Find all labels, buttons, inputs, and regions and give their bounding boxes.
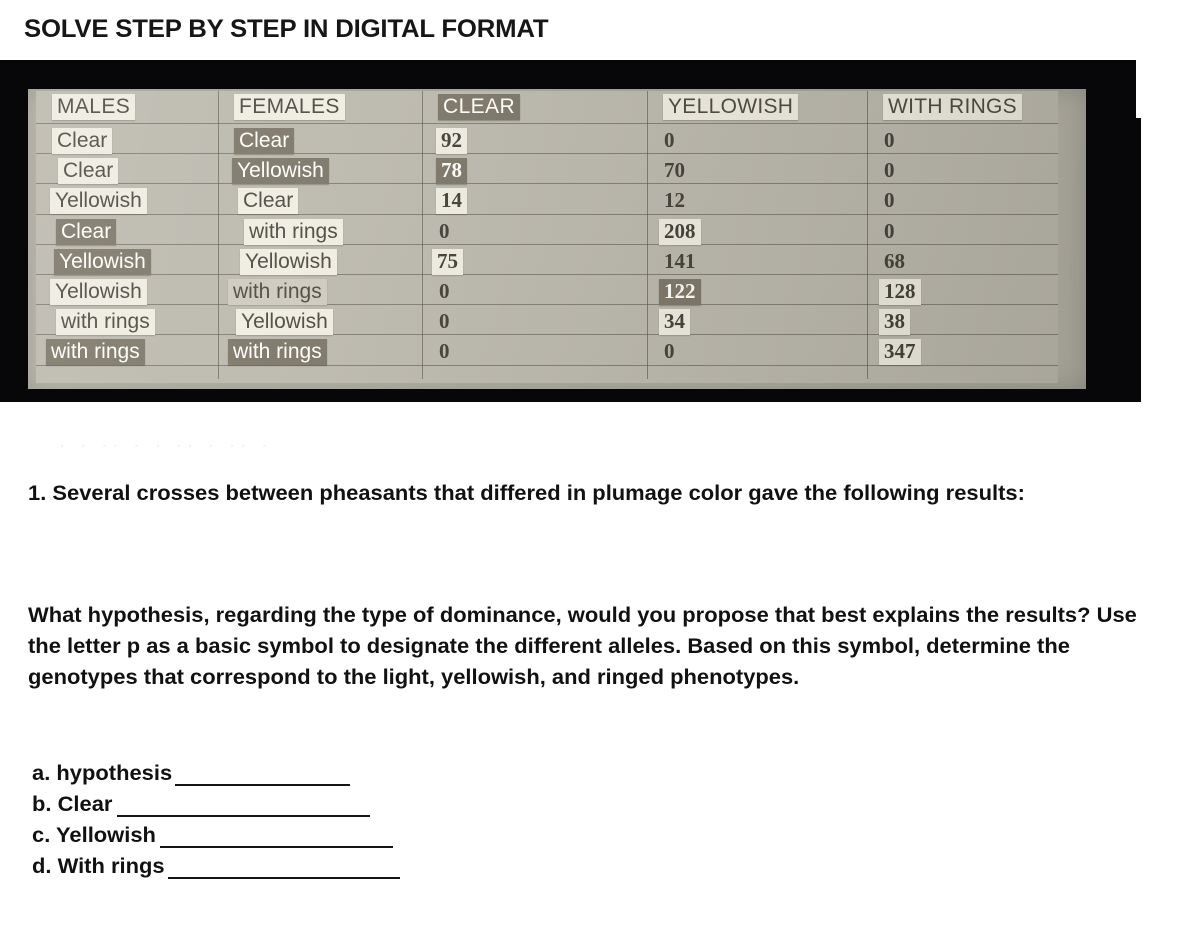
table-cell-yellowish: 12 (664, 188, 685, 213)
table-cells: MALES FEMALES CLEAR YELLOWISH WITH RINGS Clea… (28, 89, 1086, 389)
table-cell-females: Clear (238, 188, 299, 215)
table-header-females: FEMALES (234, 94, 345, 120)
table-cell-with_rings: 0 (884, 158, 895, 183)
answer-lines: a. hypothesis b. Clear c. Yellowish d. With… (32, 755, 732, 879)
table-cell-females: with rings (244, 218, 343, 245)
table-cell-females: Clear (234, 128, 295, 154)
answer-row: c. Yellowish (32, 817, 732, 848)
answer-blank-line[interactable] (168, 857, 400, 879)
table-cell-clear: 0 (439, 309, 450, 334)
table-cell-males: Clear (56, 218, 117, 245)
table-cell-males: with rings (46, 339, 145, 366)
table-cell-with_rings: 0 (884, 218, 895, 243)
table-cell-yellowish: 122 (659, 279, 701, 305)
answer-label: a. hypothesis (32, 761, 173, 785)
table-cell-yellowish: 141 (664, 248, 696, 273)
table-cell-clear: 14 (436, 188, 467, 215)
table-cell-with_rings: 0 (884, 128, 895, 152)
table-cell-males: with rings (56, 309, 155, 336)
question-number-text: 1. Several crosses between pheasants tha… (28, 481, 1025, 505)
table-cell-clear: 75 (432, 248, 463, 275)
table-cell-females: with rings (228, 279, 327, 305)
table-photo-block: MALES FEMALES CLEAR YELLOWISH WITH RINGS Clea… (0, 60, 1141, 402)
table-cell-males: Yellowish (54, 248, 151, 275)
table-header-with_rings: WITH RINGS (883, 94, 1022, 120)
answer-label: d. With rings (32, 854, 165, 878)
table-header-yellowish: YELLOWISH (663, 94, 799, 120)
table-header-males: MALES (52, 94, 136, 120)
answer-row: a. hypothesis (32, 755, 732, 786)
answer-blank-line[interactable] (159, 826, 393, 848)
table-cell-males: Yellowish (50, 279, 147, 305)
table-cell-females: Yellowish (232, 158, 329, 185)
table-cell-males: Clear (58, 158, 119, 185)
table-cell-with_rings: 128 (879, 279, 921, 305)
answer-blank-line[interactable] (175, 764, 351, 786)
table-cell-yellowish: 0 (664, 128, 675, 152)
page-title: SOLVE STEP BY STEP IN DIGITAL FORMAT (24, 15, 549, 43)
table-cell-females: Yellowish (236, 309, 333, 336)
photo-frame-left-strip (0, 60, 26, 402)
table-cell-males: Clear (52, 128, 113, 154)
table-cell-clear: 78 (436, 158, 467, 185)
answer-label: c. Yellowish (32, 823, 156, 847)
table-cell-yellowish: 70 (664, 158, 685, 183)
table-header-clear: CLEAR (438, 94, 521, 120)
table-cell-clear: 0 (439, 218, 450, 243)
answer-row: d. With rings (32, 848, 732, 879)
faded-ghost-text: · · ·· · · ·· · ·· · (60, 438, 274, 454)
table-cell-clear: 92 (436, 128, 467, 154)
answer-row: b. Clear (32, 786, 732, 817)
answer-label: b. Clear (32, 792, 113, 816)
table-cell-with_rings: 38 (879, 309, 910, 336)
question-body-text: What hypothesis, regarding the type of d… (28, 603, 1137, 689)
crosses-results-table: MALES FEMALES CLEAR YELLOWISH WITH RINGS Clea… (28, 89, 1086, 389)
table-cell-with_rings: 347 (879, 339, 921, 366)
table-cell-males: Yellowish (50, 188, 147, 215)
table-cell-females: with rings (228, 339, 327, 366)
answer-blank-line[interactable] (116, 795, 370, 817)
table-cell-females: Yellowish (240, 248, 337, 275)
table-cell-yellowish: 208 (659, 218, 701, 245)
table-cell-with_rings: 0 (884, 188, 895, 213)
table-cell-with_rings: 68 (884, 248, 905, 273)
table-cell-yellowish: 0 (664, 339, 675, 364)
table-cell-yellowish: 34 (659, 309, 690, 336)
table-cell-clear: 0 (439, 279, 450, 303)
table-cell-clear: 0 (439, 339, 450, 364)
